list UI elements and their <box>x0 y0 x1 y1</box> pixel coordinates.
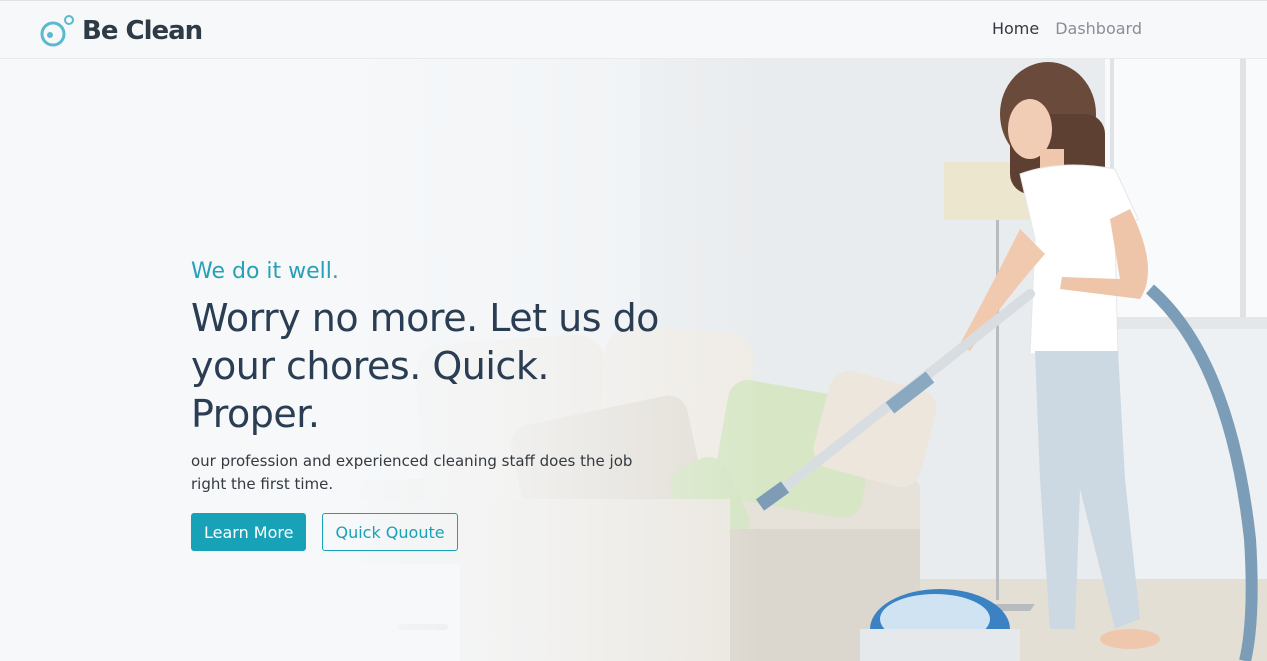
learn-more-button[interactable]: Learn More <box>191 513 307 551</box>
brand-logo[interactable]: Be Clean <box>40 14 203 48</box>
brand-name: Be Clean <box>82 16 203 46</box>
hero-subtext: our profession and experienced cleaning … <box>191 452 633 493</box>
hero-content: We do it well. Worry no more. Let us do … <box>191 257 671 551</box>
hero-section: We do it well. Worry no more. Let us do … <box>0 59 1267 661</box>
navbar: Be Clean Home Dashboard <box>0 0 1267 59</box>
main-nav: Home Dashboard <box>976 19 1142 38</box>
nav-home-link[interactable]: Home <box>992 19 1039 38</box>
nav-dashboard-link[interactable]: Dashboard <box>1055 19 1142 38</box>
hero-tagline: We do it well. <box>191 259 339 284</box>
bubbles-logo-icon <box>40 15 74 47</box>
quick-quote-button[interactable]: Quick Quoute <box>322 513 458 551</box>
hero-headline: Worry no more. Let us do your chores. Qu… <box>191 296 659 436</box>
hero-actions: Learn More Quick Quoute <box>191 513 671 551</box>
